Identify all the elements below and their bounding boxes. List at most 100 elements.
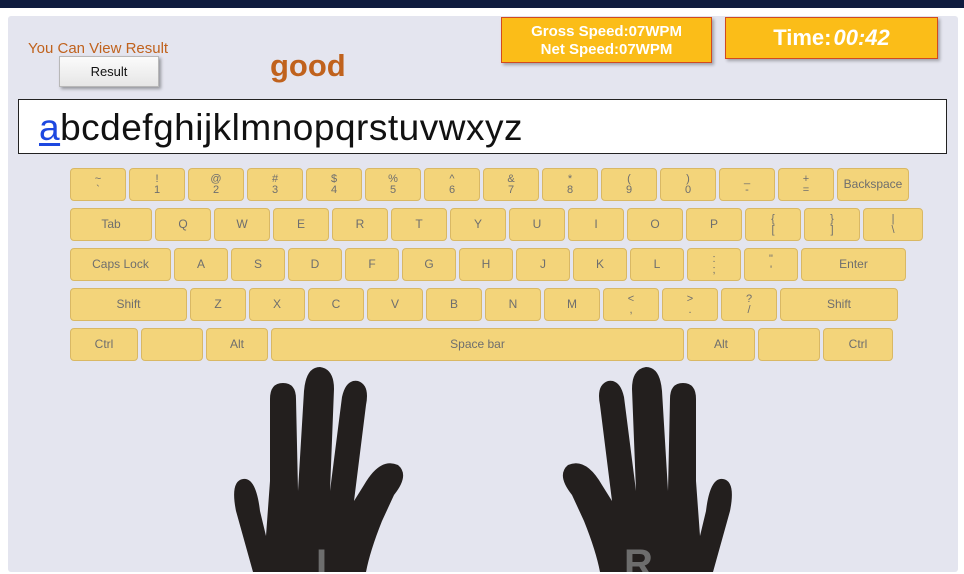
key-label: A (196, 257, 205, 271)
key-n[interactable]: N (485, 288, 541, 321)
key-enter[interactable]: Enter (801, 248, 906, 281)
key-shift-symbol: ~ (94, 172, 102, 185)
key-base-symbol: . (688, 303, 692, 316)
key-symbol[interactable]: }] (804, 208, 860, 241)
time-value: 00:42 (833, 25, 890, 50)
net-speed: Net Speed:07WPM (540, 41, 673, 58)
key-label: Shift (826, 297, 851, 311)
speed-box: Gross Speed:07WPM Net Speed:07WPM (501, 17, 712, 63)
key-symbol[interactable]: ? / (721, 288, 777, 321)
key-symbol[interactable]: ) 0 (660, 168, 716, 201)
key-label: K (595, 257, 604, 271)
key-symbol[interactable]: & 7 (483, 168, 539, 201)
key-symbol[interactable]: <, (603, 288, 659, 321)
key-symbol[interactable]: % 5 (365, 168, 421, 201)
key-m[interactable]: M (544, 288, 600, 321)
key-alt[interactable]: Alt (206, 328, 268, 361)
key-q[interactable]: Q (155, 208, 211, 241)
key-label: P (709, 217, 718, 231)
key-symbol[interactable]: (9 (601, 168, 657, 201)
key-shift-symbol: | (891, 212, 895, 225)
key-symbol[interactable]: | \ (863, 208, 923, 241)
key-label: F (368, 257, 376, 271)
key-label: V (390, 297, 399, 311)
key-label: N (508, 297, 518, 311)
key-symbol[interactable]: ~ ` (70, 168, 126, 201)
time-label: Time: (773, 25, 832, 50)
key-s[interactable]: S (231, 248, 285, 281)
key-e[interactable]: E (273, 208, 329, 241)
result-button[interactable]: Result (59, 56, 159, 87)
key-shift-symbol: > (686, 292, 694, 305)
key-backspace[interactable]: Backspace (837, 168, 909, 201)
key-o[interactable]: O (627, 208, 683, 241)
key-v[interactable]: V (367, 288, 423, 321)
key-shift[interactable]: Shift (70, 288, 187, 321)
right-hand-letter: R (624, 542, 653, 572)
key-label: Backspace (843, 177, 903, 191)
typing-text-line[interactable]: abcdefghijklmnopqrstuvwxyz (18, 99, 947, 154)
key-label: J (540, 257, 546, 271)
key-label: H (481, 257, 491, 271)
left-hand-letter: L (316, 542, 340, 572)
key-u[interactable]: U (509, 208, 565, 241)
key-blank[interactable] (141, 328, 203, 361)
key-shift-symbol: @ (210, 172, 222, 185)
key-g[interactable]: G (402, 248, 456, 281)
key-shift-symbol: } (830, 212, 834, 225)
key-shift-symbol: " (769, 252, 773, 265)
key-blank[interactable] (758, 328, 820, 361)
key-p[interactable]: P (686, 208, 742, 241)
key-alt[interactable]: Alt (687, 328, 755, 361)
key-base-symbol: , (629, 303, 633, 316)
key-caps-lock[interactable]: Caps Lock (70, 248, 171, 281)
key-symbol[interactable]: @2 (188, 168, 244, 201)
key-symbol[interactable]: " ' (744, 248, 798, 281)
key-l[interactable]: L (630, 248, 684, 281)
key-symbol[interactable]: ! 1 (129, 168, 185, 201)
key-symbol[interactable]: {[ (745, 208, 801, 241)
key-shift[interactable]: Shift (780, 288, 898, 321)
key-shift-symbol: { (771, 212, 775, 225)
key-label: Ctrl (94, 337, 114, 351)
key-y[interactable]: Y (450, 208, 506, 241)
key-c[interactable]: C (308, 288, 364, 321)
key-ctrl[interactable]: Ctrl (70, 328, 138, 361)
virtual-keyboard: ~ `! 1 @2 #3 $4% 5 ^ 6 & 7 * 8(9) 0 _ - + = Backspace Tab Q W… (70, 168, 923, 364)
key-label: Alt (713, 337, 728, 351)
key-t[interactable]: T (391, 208, 447, 241)
key-symbol[interactable]: ^ 6 (424, 168, 480, 201)
key-d[interactable]: D (288, 248, 342, 281)
key-symbol[interactable]: _ - (719, 168, 775, 201)
top-bar (0, 0, 964, 8)
key-tab[interactable]: Tab (70, 208, 152, 241)
key-f[interactable]: F (345, 248, 399, 281)
key-base-symbol: 0 (684, 183, 692, 196)
remaining-text: bcdefghijklmnopqrstuvwxyz (60, 107, 523, 148)
key-symbol[interactable]: :; (687, 248, 741, 281)
key-symbol[interactable]: $4 (306, 168, 362, 201)
key-symbol[interactable]: * 8 (542, 168, 598, 201)
key-a[interactable]: A (174, 248, 228, 281)
key-symbol[interactable]: + = (778, 168, 834, 201)
key-label: Alt (229, 337, 244, 351)
hands-illustration: L R (234, 367, 732, 572)
key-symbol[interactable]: #3 (247, 168, 303, 201)
key-shift-symbol: : (712, 252, 716, 265)
key-j[interactable]: J (516, 248, 570, 281)
key-space-bar[interactable]: Space bar (271, 328, 684, 361)
key-label: Y (473, 217, 482, 231)
key-w[interactable]: W (214, 208, 270, 241)
key-b[interactable]: B (426, 288, 482, 321)
key-z[interactable]: Z (190, 288, 246, 321)
key-symbol[interactable]: >. (662, 288, 718, 321)
key-ctrl[interactable]: Ctrl (823, 328, 893, 361)
key-shift-symbol: ? (745, 292, 753, 305)
key-shift-symbol: $ (330, 172, 338, 185)
key-base-symbol: 7 (507, 183, 515, 196)
key-i[interactable]: I (568, 208, 624, 241)
key-r[interactable]: R (332, 208, 388, 241)
key-x[interactable]: X (249, 288, 305, 321)
key-k[interactable]: K (573, 248, 627, 281)
key-h[interactable]: H (459, 248, 513, 281)
